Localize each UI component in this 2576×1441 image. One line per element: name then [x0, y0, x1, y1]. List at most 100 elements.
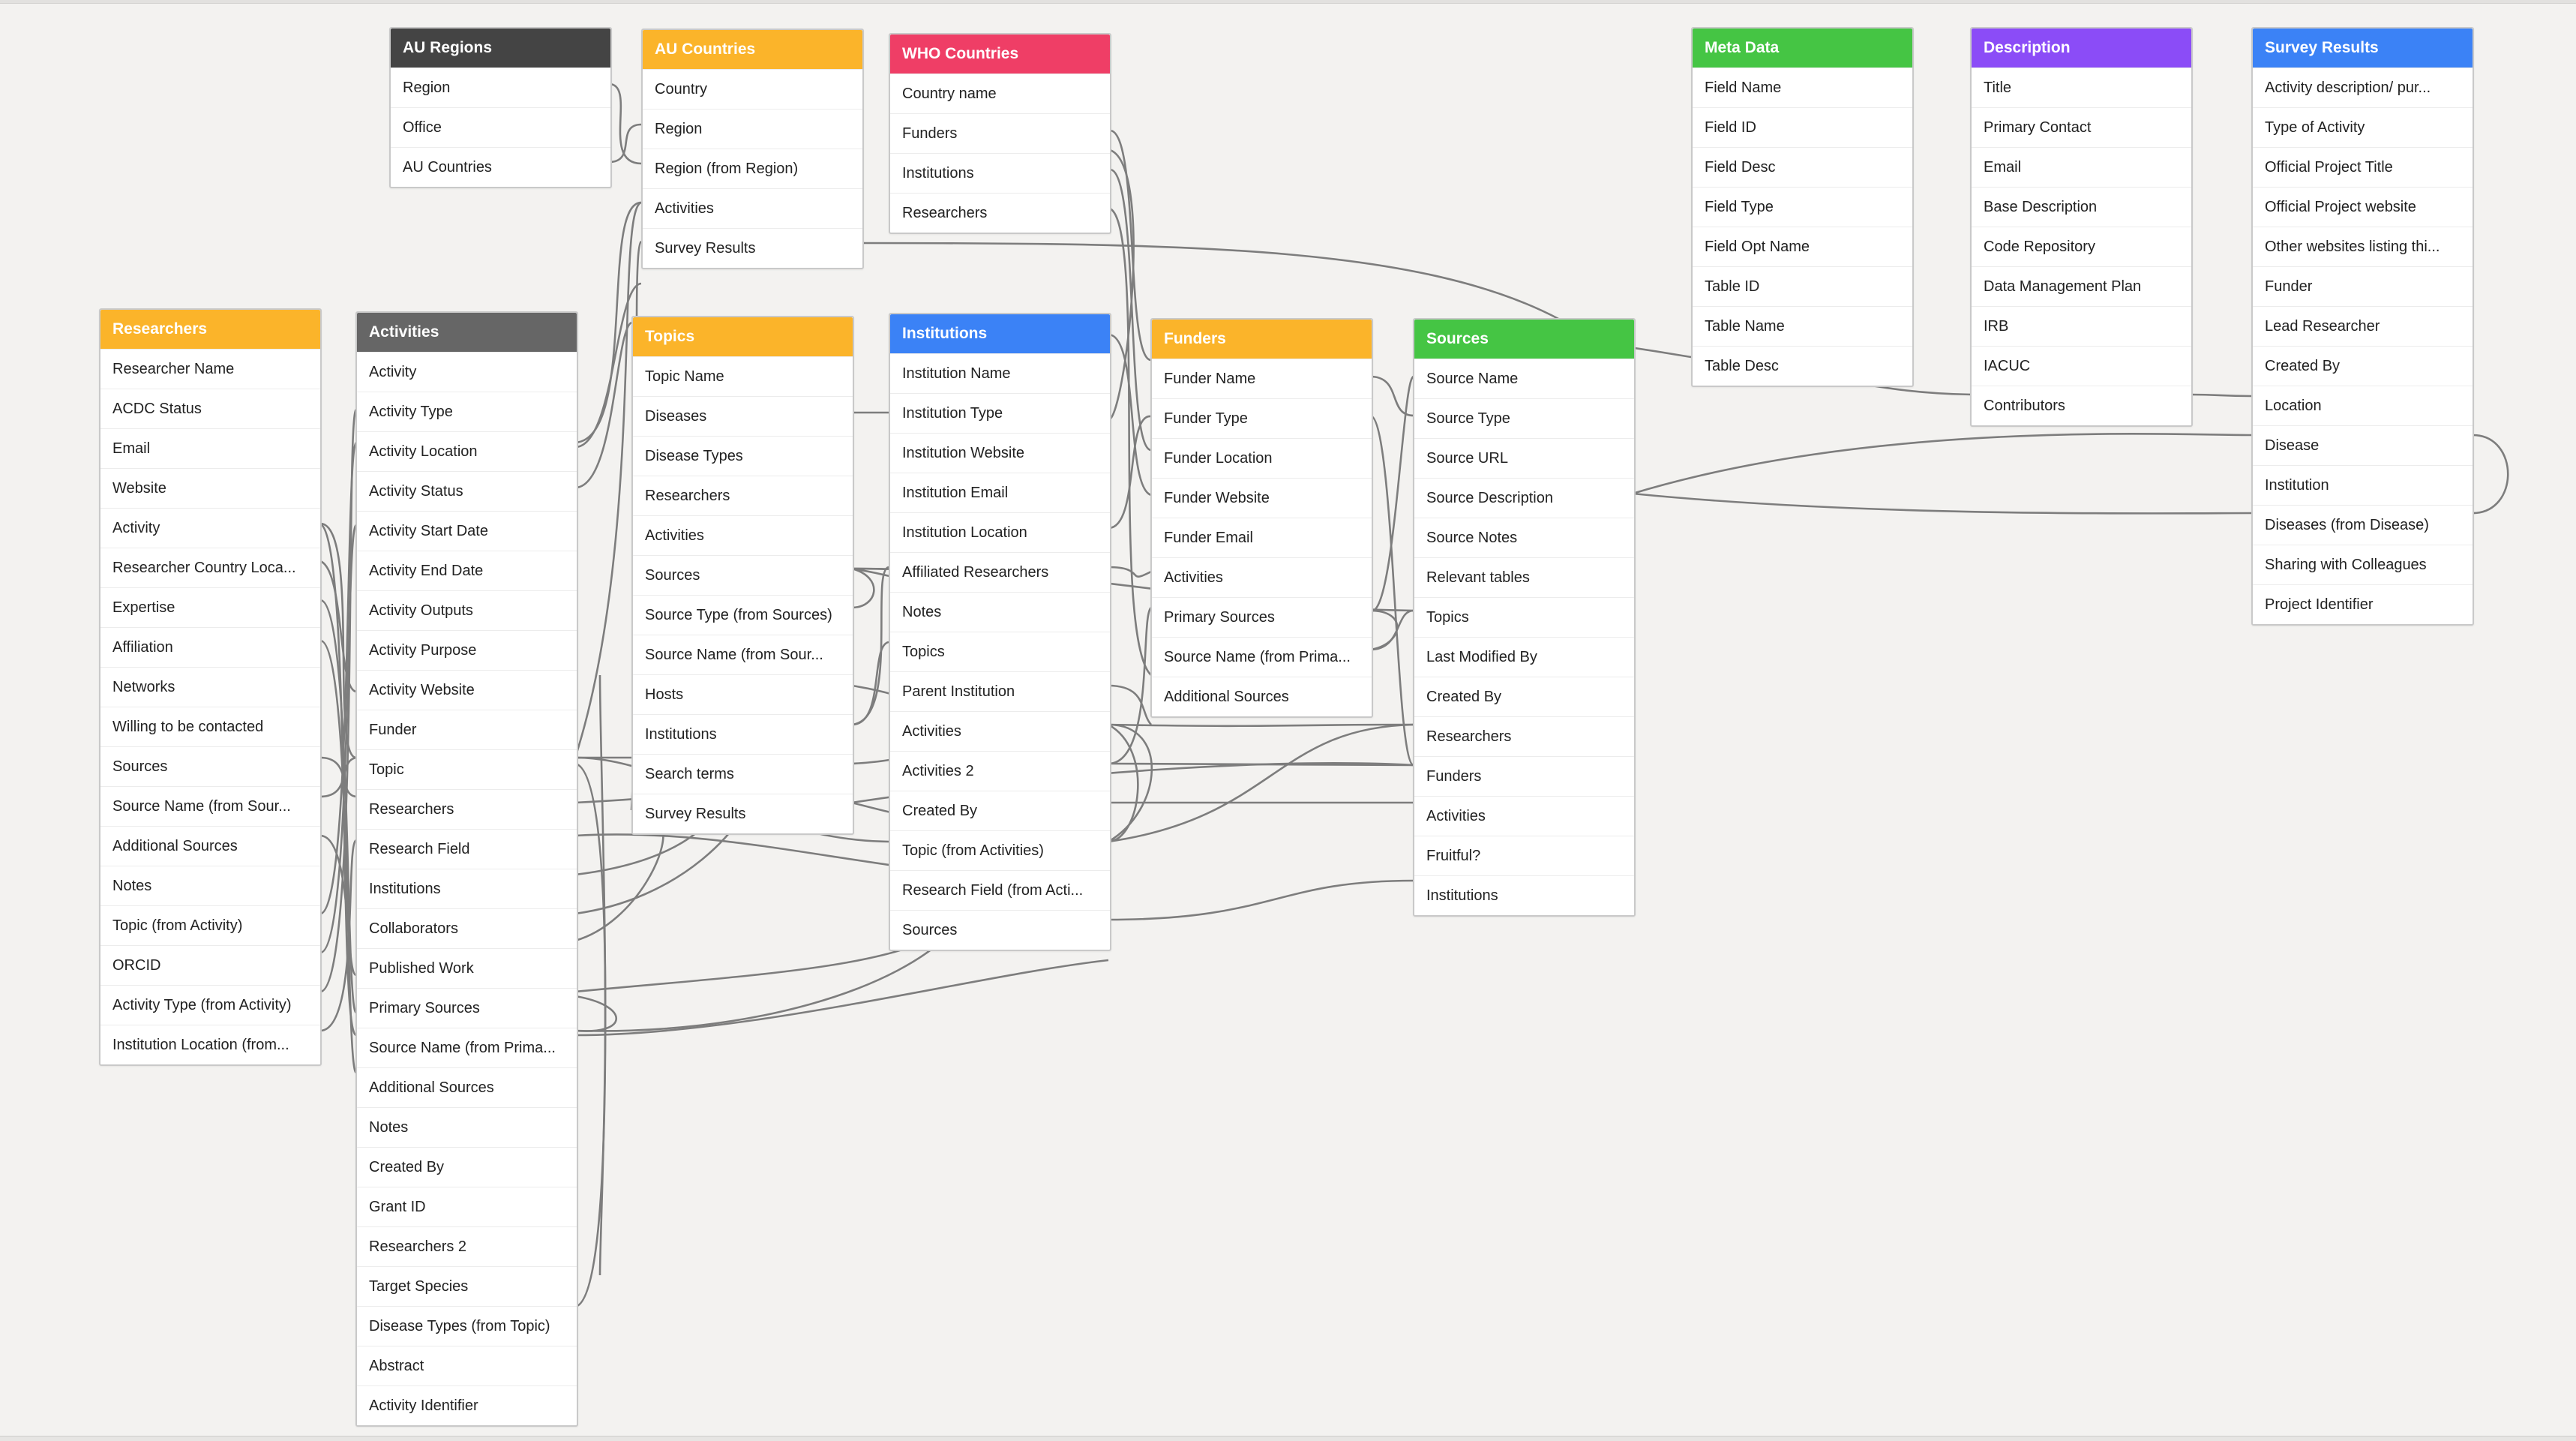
- table-sources[interactable]: Sources Source Name Source Type Source URL…: [1413, 318, 1636, 917]
- field-row[interactable]: Diseases: [633, 396, 853, 436]
- field-row[interactable]: Institutions: [890, 153, 1110, 193]
- field-row[interactable]: Official Project website: [2253, 187, 2473, 227]
- field-row[interactable]: Topics: [890, 632, 1110, 671]
- field-row[interactable]: Lead Researcher: [2253, 306, 2473, 346]
- field-row[interactable]: Institution Location: [890, 512, 1110, 552]
- field-row[interactable]: Table ID: [1693, 266, 1912, 306]
- table-header-sources[interactable]: Sources: [1414, 320, 1634, 359]
- table-who-countries[interactable]: WHO Countries Country name Funders Institu…: [889, 33, 1111, 234]
- table-header-au-regions[interactable]: AU Regions: [391, 29, 610, 68]
- field-row[interactable]: Data Management Plan: [1972, 266, 2191, 306]
- field-row[interactable]: Topic: [357, 749, 577, 789]
- table-activities[interactable]: Activities Activity Activity Type Activity…: [355, 311, 578, 1427]
- field-row[interactable]: Researcher Country Loca...: [100, 548, 320, 587]
- field-row[interactable]: Sharing with Colleagues: [2253, 545, 2473, 584]
- field-row[interactable]: Fruitful?: [1414, 836, 1634, 875]
- field-row[interactable]: Disease: [2253, 425, 2473, 465]
- field-row[interactable]: Notes: [357, 1107, 577, 1147]
- field-row[interactable]: Institution Name: [890, 353, 1110, 393]
- table-institutions[interactable]: Institutions Institution Name Institution…: [889, 313, 1111, 951]
- field-row[interactable]: Researchers: [357, 789, 577, 829]
- field-row[interactable]: Activities: [1152, 557, 1372, 597]
- field-row[interactable]: Researchers: [890, 193, 1110, 233]
- field-row[interactable]: Activity Purpose: [357, 630, 577, 670]
- field-row[interactable]: Expertise: [100, 587, 320, 627]
- field-row[interactable]: Relevant tables: [1414, 557, 1634, 597]
- field-row[interactable]: Research Field: [357, 829, 577, 869]
- table-header-activities[interactable]: Activities: [357, 313, 577, 352]
- field-row[interactable]: Research Field (from Acti...: [890, 870, 1110, 910]
- field-row[interactable]: Contributors: [1972, 386, 2191, 425]
- field-row[interactable]: Affiliated Researchers: [890, 552, 1110, 592]
- field-row[interactable]: Funder: [2253, 266, 2473, 306]
- field-row[interactable]: Website: [100, 468, 320, 508]
- field-row[interactable]: Topics: [1414, 597, 1634, 637]
- field-row[interactable]: Primary Sources: [1152, 597, 1372, 637]
- field-row[interactable]: Disease Types (from Topic): [357, 1306, 577, 1346]
- field-row[interactable]: Country: [643, 69, 862, 109]
- field-row[interactable]: Activity: [100, 508, 320, 548]
- field-row[interactable]: Field Type: [1693, 187, 1912, 227]
- field-row[interactable]: Region: [391, 68, 610, 107]
- field-row[interactable]: IRB: [1972, 306, 2191, 346]
- field-row[interactable]: Sources: [100, 746, 320, 786]
- field-row[interactable]: Activity description/ pur...: [2253, 68, 2473, 107]
- table-description[interactable]: Description Title Primary Contact Email Bas…: [1970, 27, 2193, 427]
- field-row[interactable]: Source Name (from Sour...: [633, 635, 853, 674]
- field-row[interactable]: ORCID: [100, 945, 320, 985]
- field-row[interactable]: Activities 2: [890, 751, 1110, 791]
- field-row[interactable]: Survey Results: [643, 228, 862, 268]
- field-row[interactable]: Funder: [357, 710, 577, 749]
- field-row[interactable]: Institutions: [633, 714, 853, 754]
- field-row[interactable]: Email: [1972, 147, 2191, 187]
- field-row[interactable]: Created By: [357, 1147, 577, 1187]
- field-row[interactable]: Hosts: [633, 674, 853, 714]
- table-funders[interactable]: Funders Funder Name Funder Type Funder Loc…: [1150, 318, 1373, 718]
- field-row[interactable]: Region (from Region): [643, 149, 862, 188]
- field-row[interactable]: Table Name: [1693, 306, 1912, 346]
- field-row[interactable]: Field Desc: [1693, 147, 1912, 187]
- field-row[interactable]: Institutions: [1414, 875, 1634, 915]
- field-row[interactable]: Networks: [100, 667, 320, 707]
- field-row[interactable]: Target Species: [357, 1266, 577, 1306]
- field-row[interactable]: Email: [100, 428, 320, 468]
- field-row[interactable]: Code Repository: [1972, 227, 2191, 266]
- field-row[interactable]: Sources: [633, 555, 853, 595]
- table-header-who-countries[interactable]: WHO Countries: [890, 35, 1110, 74]
- field-row[interactable]: Institutions: [357, 869, 577, 908]
- field-row[interactable]: Institution Email: [890, 473, 1110, 512]
- field-row[interactable]: Source Name: [1414, 359, 1634, 398]
- field-row[interactable]: Source Description: [1414, 478, 1634, 518]
- field-row[interactable]: Topic Name: [633, 356, 853, 396]
- field-row[interactable]: Activity Identifier: [357, 1385, 577, 1425]
- field-row[interactable]: Field ID: [1693, 107, 1912, 147]
- field-row[interactable]: Search terms: [633, 754, 853, 794]
- field-row[interactable]: Type of Activity: [2253, 107, 2473, 147]
- field-row[interactable]: Funder Type: [1152, 398, 1372, 438]
- field-row[interactable]: Activities: [890, 711, 1110, 751]
- field-row[interactable]: Abstract: [357, 1346, 577, 1385]
- field-row[interactable]: Field Name: [1693, 68, 1912, 107]
- field-row[interactable]: Last Modified By: [1414, 637, 1634, 677]
- field-row[interactable]: Activity Type (from Activity): [100, 985, 320, 1025]
- field-row[interactable]: Activity Website: [357, 670, 577, 710]
- field-row[interactable]: Activity: [357, 352, 577, 392]
- field-row[interactable]: Published Work: [357, 948, 577, 988]
- field-row[interactable]: Field Opt Name: [1693, 227, 1912, 266]
- field-row[interactable]: Source Type (from Sources): [633, 595, 853, 635]
- field-row[interactable]: Institution Type: [890, 393, 1110, 433]
- table-header-institutions[interactable]: Institutions: [890, 314, 1110, 353]
- field-row[interactable]: Affiliation: [100, 627, 320, 667]
- field-row[interactable]: Topic (from Activity): [100, 905, 320, 945]
- field-row[interactable]: Collaborators: [357, 908, 577, 948]
- field-row[interactable]: Activity Status: [357, 471, 577, 511]
- table-header-meta-data[interactable]: Meta Data: [1693, 29, 1912, 68]
- table-header-description[interactable]: Description: [1972, 29, 2191, 68]
- field-row[interactable]: Additional Sources: [1152, 677, 1372, 716]
- field-row[interactable]: Willing to be contacted: [100, 707, 320, 746]
- field-row[interactable]: ACDC Status: [100, 389, 320, 428]
- field-row[interactable]: Institution: [2253, 465, 2473, 505]
- field-row[interactable]: Survey Results: [633, 794, 853, 833]
- field-row[interactable]: Source Name (from Prima...: [357, 1028, 577, 1067]
- field-row[interactable]: Source URL: [1414, 438, 1634, 478]
